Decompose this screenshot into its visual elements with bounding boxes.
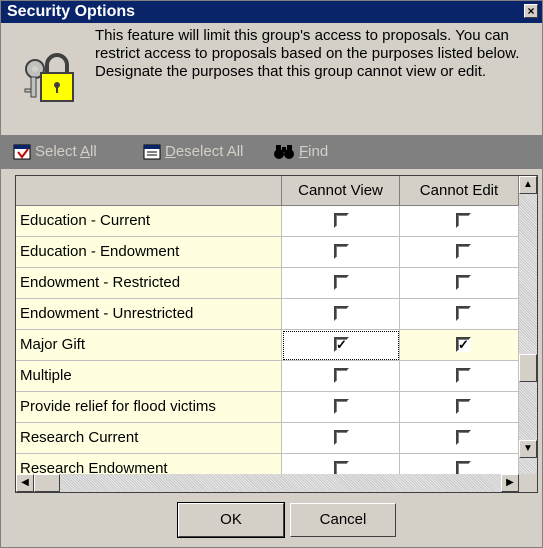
purpose-name-cell: Multiple — [16, 361, 282, 392]
info-panel: This feature will limit this group's acc… — [1, 23, 542, 135]
purpose-name-cell: Endowment - Unrestricted — [16, 299, 282, 330]
horizontal-scrollbar[interactable]: ◀ ▶ — [16, 474, 519, 492]
column-header-cannot-view[interactable]: Cannot View — [282, 176, 400, 206]
cannot-view-checkbox[interactable] — [334, 306, 349, 321]
cannot-view-cell[interactable] — [282, 392, 400, 423]
cannot-view-checkbox[interactable]: ✓ — [334, 337, 349, 352]
vertical-scroll-thumb[interactable] — [519, 354, 537, 382]
cannot-edit-checkbox[interactable] — [456, 368, 471, 383]
cannot-edit-checkbox[interactable] — [456, 213, 471, 228]
cannot-edit-checkbox[interactable] — [456, 244, 471, 259]
cannot-view-cell[interactable] — [282, 268, 400, 299]
table-row: Endowment - Restricted — [16, 268, 519, 299]
find-button[interactable]: Find — [273, 143, 328, 160]
deselect-all-icon — [143, 144, 161, 159]
column-header-cannot-edit[interactable]: Cannot Edit — [400, 176, 519, 206]
column-header-purpose — [16, 176, 282, 206]
select-all-button[interactable]: Select All — [13, 143, 97, 160]
cannot-edit-checkbox[interactable]: ✓ — [456, 337, 471, 352]
scroll-right-button[interactable]: ▶ — [501, 474, 519, 492]
security-options-dialog: Security Options × This feature will lim… — [0, 0, 543, 548]
title-bar: Security Options × — [1, 1, 542, 23]
cannot-view-cell[interactable] — [282, 361, 400, 392]
close-button[interactable]: × — [524, 4, 538, 18]
cannot-edit-cell[interactable]: ✓ — [400, 330, 519, 361]
scroll-left-button[interactable]: ◀ — [16, 474, 34, 492]
cannot-edit-checkbox[interactable] — [456, 399, 471, 414]
cannot-edit-cell[interactable] — [400, 392, 519, 423]
cannot-edit-checkbox[interactable] — [456, 275, 471, 290]
table-row: Provide relief for flood victims — [16, 392, 519, 423]
cannot-view-cell[interactable] — [282, 237, 400, 268]
deselect-all-suffix: eselect All — [175, 143, 244, 160]
cannot-edit-cell[interactable] — [400, 237, 519, 268]
cannot-view-cell[interactable]: ✓ — [282, 330, 400, 361]
binoculars-icon — [274, 144, 294, 159]
toolbar: Select All Deselect All Find — [1, 135, 542, 169]
ok-button[interactable]: OK — [177, 502, 285, 538]
purpose-name-cell: Provide relief for flood victims — [16, 392, 282, 423]
cannot-view-cell[interactable] — [282, 206, 400, 237]
cannot-view-checkbox[interactable] — [334, 244, 349, 259]
select-all-prefix: Select — [35, 143, 81, 160]
cannot-view-cell[interactable] — [282, 299, 400, 330]
cannot-edit-checkbox[interactable] — [456, 430, 471, 445]
table-row: Multiple — [16, 361, 519, 392]
cannot-edit-checkbox[interactable] — [456, 306, 471, 321]
cannot-edit-cell[interactable] — [400, 206, 519, 237]
table-row: Major Gift ✓ ✓ — [16, 330, 519, 361]
find-accel: F — [299, 143, 309, 160]
find-suffix: ind — [308, 143, 329, 160]
purposes-grid[interactable]: Cannot View Cannot Edit Education - Curr… — [15, 175, 538, 493]
select-all-icon — [13, 144, 31, 159]
deselect-all-button[interactable]: Deselect All — [143, 143, 243, 160]
table-row: Endowment - Unrestricted — [16, 299, 519, 330]
vertical-scrollbar[interactable]: ▲ ▼ — [519, 176, 537, 475]
window-title: Security Options — [7, 3, 136, 20]
cancel-button[interactable]: Cancel — [290, 503, 396, 537]
horizontal-scroll-thumb[interactable] — [34, 474, 60, 492]
table-row: Education - Current — [16, 206, 519, 237]
keys-lock-icon — [24, 53, 74, 102]
cannot-edit-cell[interactable] — [400, 268, 519, 299]
info-text: This feature will limit this group's acc… — [95, 27, 520, 80]
cannot-edit-cell[interactable] — [400, 299, 519, 330]
scrollbar-corner — [519, 474, 537, 492]
table-row: Education - Endowment — [16, 237, 519, 268]
select-all-suffix: ll — [90, 143, 97, 160]
cannot-edit-cell[interactable] — [400, 361, 519, 392]
deselect-all-accel: D — [165, 143, 176, 160]
cannot-edit-cell[interactable] — [400, 423, 519, 454]
cannot-view-checkbox[interactable] — [334, 430, 349, 445]
scroll-up-button[interactable]: ▲ — [519, 176, 537, 194]
cannot-view-cell[interactable] — [282, 423, 400, 454]
cannot-view-checkbox[interactable] — [334, 368, 349, 383]
cannot-view-checkbox[interactable] — [334, 399, 349, 414]
table-row: Research Current — [16, 423, 519, 454]
purpose-name-cell: Education - Current — [16, 206, 282, 237]
purpose-name-cell: Research Current — [16, 423, 282, 454]
select-all-accel: A — [80, 143, 91, 160]
purpose-name-cell: Major Gift — [16, 330, 282, 361]
cannot-view-checkbox[interactable] — [334, 275, 349, 290]
scroll-down-button[interactable]: ▼ — [519, 440, 537, 458]
cannot-view-checkbox[interactable] — [334, 213, 349, 228]
purpose-name-cell: Endowment - Restricted — [16, 268, 282, 299]
purpose-name-cell: Education - Endowment — [16, 237, 282, 268]
